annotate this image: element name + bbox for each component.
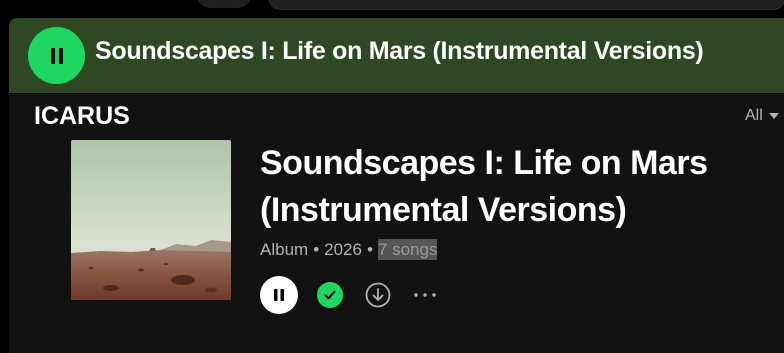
section-bar: ICARUS All	[9, 93, 784, 140]
download-button[interactable]	[364, 281, 392, 309]
check-circle-icon	[324, 290, 336, 300]
album-cover-art	[71, 140, 231, 300]
album-year: 2026	[324, 240, 362, 259]
sticky-header: Soundscapes I: Life on Mars (Instrumenta…	[9, 18, 784, 93]
album-cover[interactable]	[71, 140, 231, 300]
home-button[interactable]	[196, 0, 252, 8]
saved-to-library-button[interactable]	[317, 282, 343, 308]
search-bar[interactable]	[268, 0, 784, 10]
main-view: Soundscapes I: Life on Mars (Instrumenta…	[9, 18, 784, 353]
album-title-line2: (Instrumental Versions)	[260, 191, 627, 229]
more-icon	[414, 293, 436, 297]
meta-separator: •	[313, 240, 320, 259]
section-title: ICARUS	[34, 102, 130, 130]
filter-dropdown[interactable]: All	[745, 107, 779, 125]
play-button[interactable]	[260, 276, 298, 314]
sticky-header-title: Soundscapes I: Life on Mars (Instrumenta…	[95, 37, 704, 65]
album-title: Soundscapes I: Life on Mars (Instrumenta…	[260, 140, 780, 234]
more-options-button[interactable]	[410, 281, 440, 309]
pause-icon	[50, 47, 63, 64]
top-bar	[0, 0, 784, 18]
album-song-count: 7 songs	[377, 239, 438, 260]
sticky-play-button[interactable]	[28, 27, 85, 84]
filter-label: All	[745, 107, 763, 124]
meta-separator: •	[366, 240, 373, 259]
pause-icon	[274, 289, 284, 301]
album-title-line1: Soundscapes I: Life on Mars	[260, 144, 708, 182]
album-type: Album	[260, 240, 309, 259]
download-icon	[365, 282, 391, 308]
album-meta: Album • 2026 • 7 songs	[260, 239, 438, 260]
caret-down-icon	[768, 113, 779, 119]
